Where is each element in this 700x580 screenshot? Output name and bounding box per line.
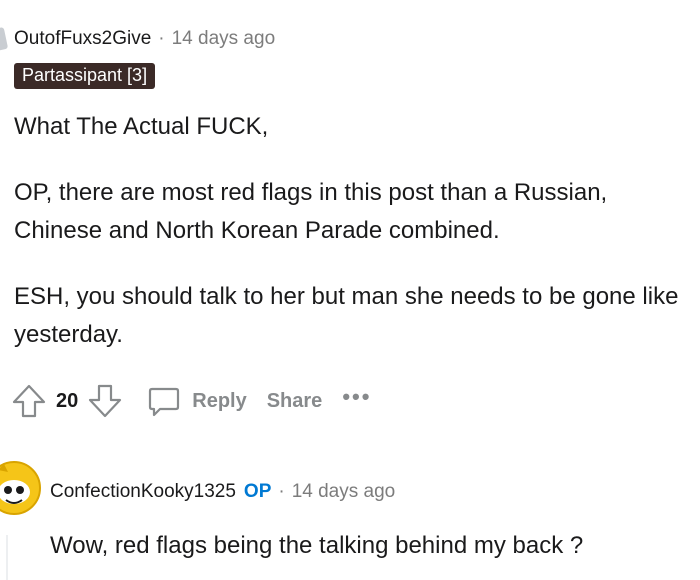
comment-paragraph: What The Actual FUCK, (14, 113, 269, 140)
commenter-avatar[interactable] (0, 26, 9, 52)
reply-author[interactable]: ConfectionKooky1325 (50, 481, 236, 503)
reply-label: Reply (192, 389, 247, 412)
reply-meta: ConfectionKooky1325 OP · 14 days ago (50, 481, 395, 503)
reply-timestamp[interactable]: 14 days ago (292, 481, 396, 503)
share-label: Share (266, 389, 323, 412)
upvote-arrow-icon[interactable] (10, 382, 48, 420)
speech-bubble-icon (149, 387, 180, 417)
comment-paragraph: OP, there are most red flags in this pos… (14, 179, 608, 244)
vote-score: 20 (56, 389, 79, 412)
comment-actions: 20 Reply Share ••• (10, 381, 371, 421)
downvote-arrow-icon[interactable] (86, 382, 124, 420)
comment-meta: OutofFuxs2Give · 14 days ago (14, 28, 275, 50)
comment-timestamp[interactable]: 14 days ago (172, 28, 276, 50)
meta-separator: · (158, 28, 165, 49)
op-badge: OP (243, 481, 272, 502)
meta-separator: · (278, 481, 285, 502)
comment-author[interactable]: OutofFuxs2Give (14, 28, 151, 50)
more-options-icon[interactable]: ••• (342, 384, 371, 410)
reply-avatar[interactable] (0, 456, 42, 520)
comment-body: What The Actual FUCK, OP, there are most… (14, 108, 694, 382)
reply-text: Wow, red flags being the talking behind … (50, 532, 584, 559)
share-button[interactable]: Share (267, 390, 323, 413)
user-flair: Partassipant [3] (14, 63, 156, 89)
reply-button[interactable]: Reply (146, 383, 247, 419)
comment-paragraph: ESH, you should talk to her but man she … (14, 283, 679, 348)
thread-line[interactable] (6, 535, 8, 580)
